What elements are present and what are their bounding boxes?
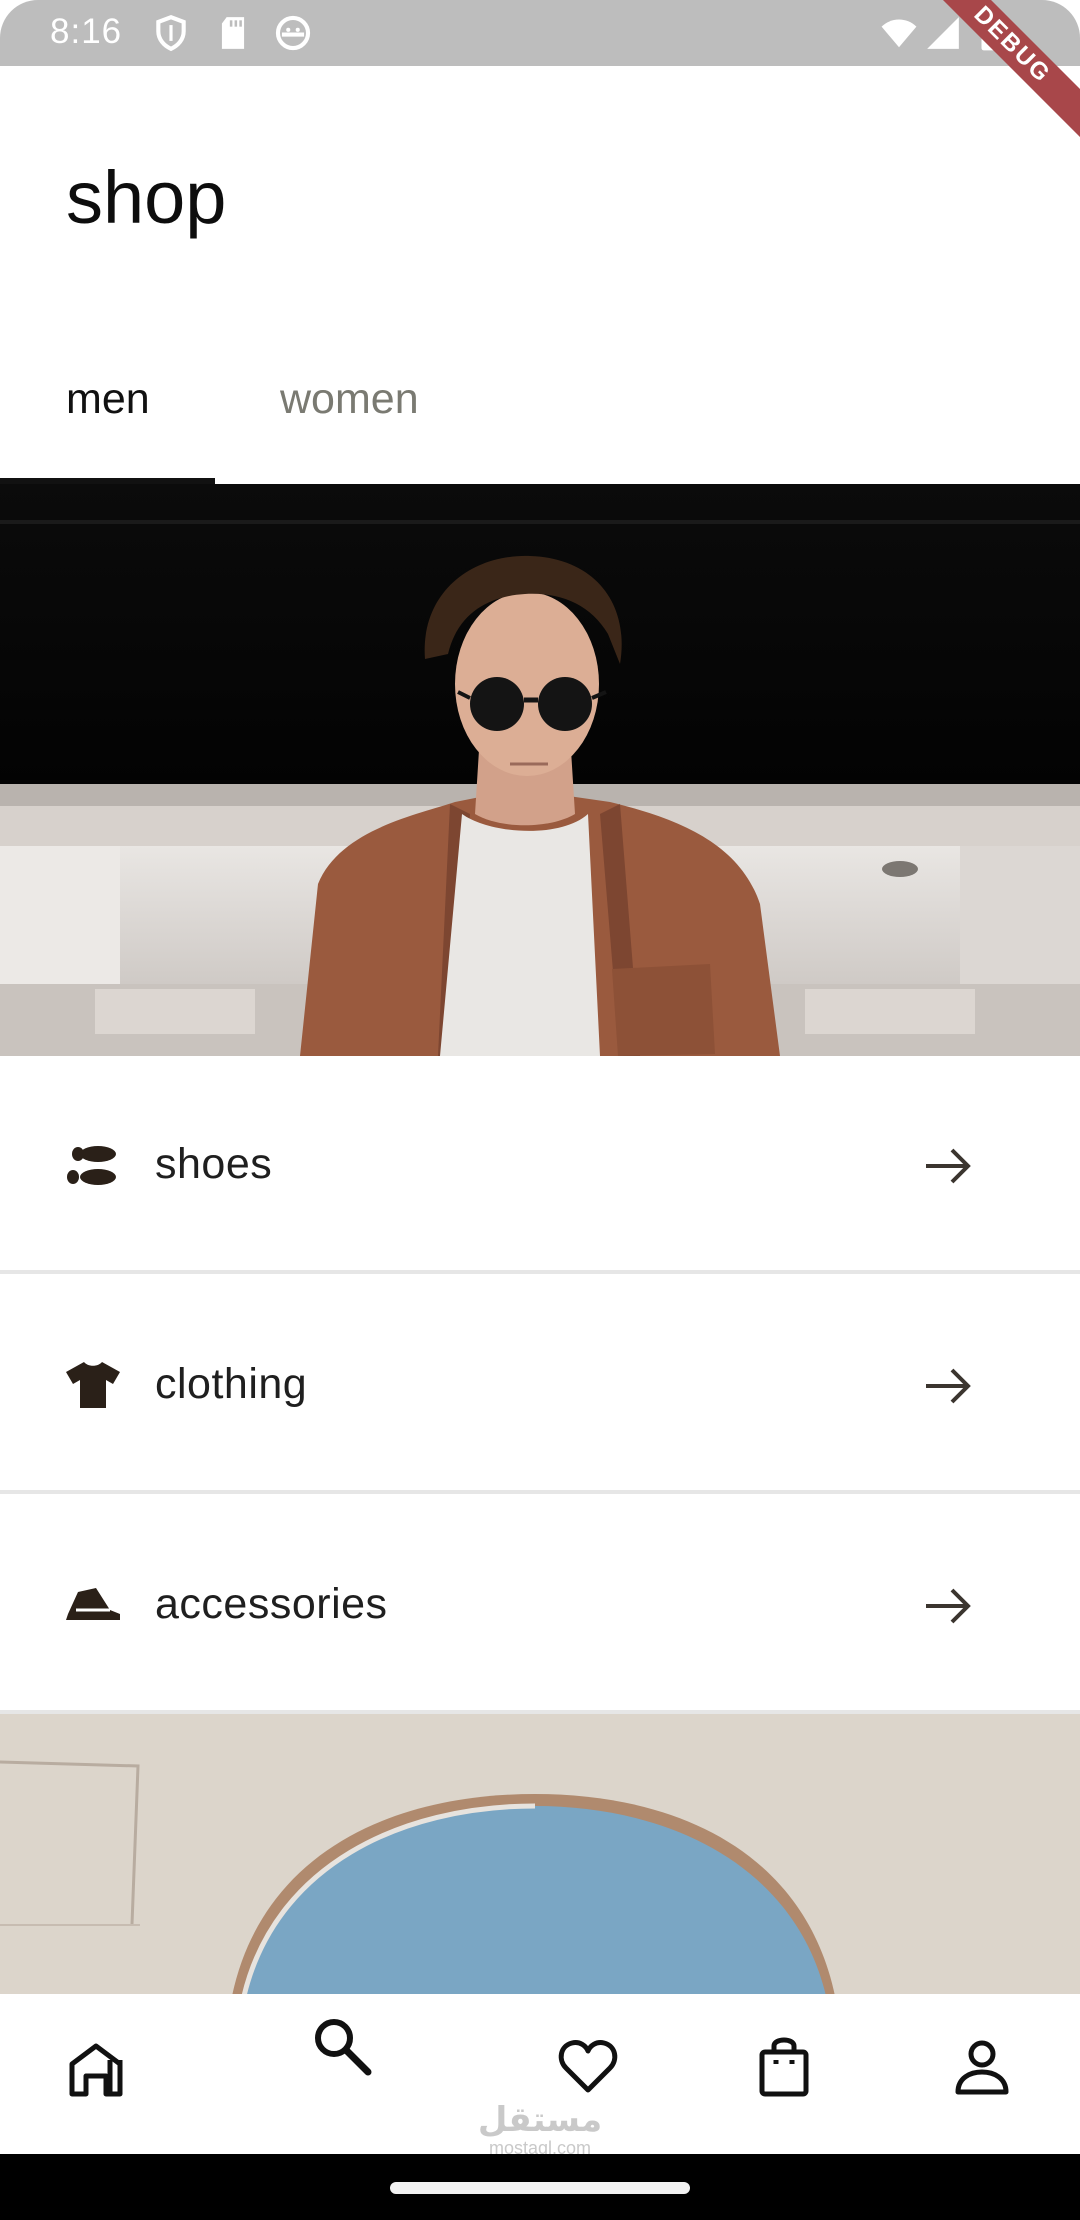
wifi-icon (881, 19, 917, 48)
search-icon[interactable] (310, 2014, 374, 2078)
category-row-shoes[interactable]: shoes (0, 1058, 1080, 1274)
android-face-icon (275, 15, 311, 51)
status-time: 8:16 (50, 12, 123, 51)
promo-image-women[interactable] (0, 1714, 1080, 1996)
tab-bar: men women (0, 350, 1080, 485)
watermark: مستقل mostaql.com (430, 2102, 650, 2158)
hero-illustration (0, 484, 1080, 1056)
arrow-right-icon[interactable] (922, 1140, 974, 1192)
tshirt-icon (66, 1362, 120, 1408)
footprints-icon (67, 1146, 116, 1185)
promo-illustration (0, 1714, 1080, 1996)
watermark-arabic: مستقل (477, 2101, 603, 2139)
profile-icon[interactable] (950, 2034, 1014, 2098)
home-gesture-pill[interactable] (390, 2182, 690, 2194)
status-bar: 8:16 DEBUG (0, 0, 1080, 142)
category-label-clothing: clothing (155, 1360, 308, 1408)
hat-icon (66, 1588, 120, 1620)
page-title: shop (66, 156, 227, 239)
arrow-right-icon[interactable] (922, 1580, 974, 1632)
arrow-right-icon[interactable] (922, 1360, 974, 1412)
hero-image-men[interactable] (0, 484, 1080, 1056)
category-row-accessories[interactable]: accessories (0, 1498, 1080, 1714)
tab-men[interactable]: men (66, 375, 150, 424)
tab-women[interactable]: women (280, 375, 419, 424)
shopping-bag-icon[interactable] (752, 2034, 816, 2098)
bottom-navigation: مستقل mostaql.com (0, 1994, 1080, 2158)
sd-card-icon (221, 17, 245, 49)
system-navigation-bar (0, 2154, 1080, 2220)
category-label-shoes: shoes (155, 1140, 273, 1188)
signal-icon (927, 17, 959, 49)
home-icon[interactable] (66, 2036, 130, 2100)
category-label-accessories: accessories (155, 1580, 388, 1628)
shield-icon (156, 14, 186, 52)
heart-icon[interactable] (556, 2034, 620, 2098)
category-row-clothing[interactable]: clothing (0, 1278, 1080, 1494)
